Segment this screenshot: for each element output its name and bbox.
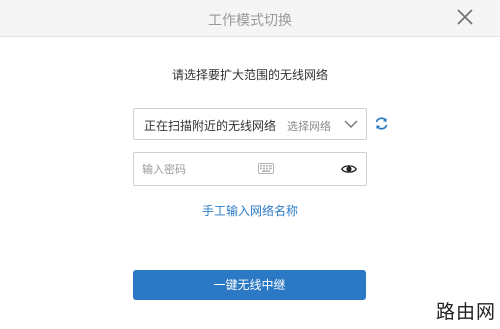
password-input[interactable] [142, 159, 252, 179]
network-select-placeholder: 选择网络 [287, 120, 331, 133]
dialog-title: 工作模式切换 [208, 13, 292, 29]
work-mode-dialog: 工作模式切换 请选择要扩大范围的无线网络 正在扫描附近的无线网络 选择网络 手工… [0, 0, 500, 329]
manual-network-name-link[interactable]: 手工输入网络名称 [0, 202, 500, 219]
one-click-repeater-button[interactable]: 一键无线中继 [133, 270, 366, 300]
network-scan-status: 正在扫描附近的无线网络 [144, 119, 277, 133]
dialog-subtitle: 请选择要扩大范围的无线网络 [171, 68, 328, 82]
refresh-icon[interactable] [374, 116, 389, 131]
eye-icon[interactable] [341, 164, 357, 174]
close-icon[interactable] [456, 8, 474, 26]
network-select[interactable]: 正在扫描附近的无线网络 选择网络 [133, 108, 367, 140]
chevron-down-icon [344, 120, 358, 129]
dialog-header: 工作模式切换 [0, 0, 500, 37]
password-field [133, 152, 367, 186]
keyboard-icon[interactable] [258, 163, 274, 174]
watermark: 路由网 [435, 301, 496, 323]
